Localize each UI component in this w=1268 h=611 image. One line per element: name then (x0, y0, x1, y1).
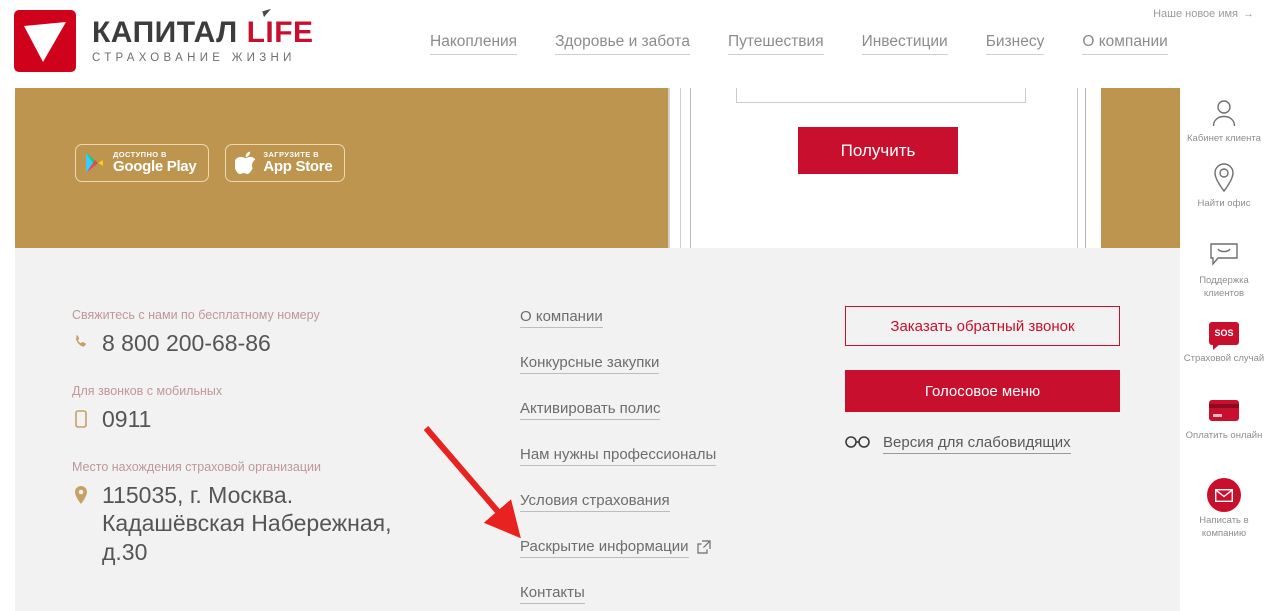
footer-link-disclosure[interactable]: Раскрытие информации (520, 538, 689, 558)
google-play-badge[interactable]: ДОСТУПНО В Google Play (75, 144, 210, 182)
rail-item-client-cabinet[interactable]: Кабинет клиента (1180, 96, 1268, 146)
contact-mobile-value[interactable]: 0911 (102, 405, 151, 434)
nav-item-savings[interactable]: Накопления (430, 33, 518, 55)
rail-item-write-to-company[interactable]: Написать в компанию (1180, 478, 1268, 541)
envelope-circle (1207, 478, 1241, 512)
app-store-big: App Store (263, 158, 333, 176)
kapital-life-logo-icon (14, 10, 76, 72)
banner-right-panel (1101, 88, 1180, 248)
footer-link-careers[interactable]: Нам нужны профессионалы (520, 446, 717, 466)
google-play-big: Google Play (113, 158, 197, 176)
mobile-icon (72, 405, 90, 428)
rail-item-client-support[interactable]: Поддержка клиентов (1180, 238, 1268, 301)
rail-item-insurance-case[interactable]: SOS Страховой случай (1180, 316, 1268, 366)
contact-row: 8 800 200-68-86 (72, 329, 442, 358)
contact-phone-value[interactable]: 8 800 200-68-86 (102, 329, 271, 358)
google-play-text: ДОСТУПНО В Google Play (113, 151, 197, 176)
apple-icon (235, 151, 256, 175)
banner-left-panel: ДОСТУПНО В Google Play Загрузите в App S… (15, 88, 668, 248)
nav-item-investment[interactable]: Инвестиции (861, 33, 948, 55)
main-navigation: Накопления Здоровье и забота Путешествия… (430, 33, 1168, 55)
app-store-badges: ДОСТУПНО В Google Play Загрузите в App S… (75, 144, 346, 182)
rail-label: Страховой случай (1183, 353, 1265, 364)
nav-item-about[interactable]: О компании (1082, 33, 1168, 55)
rail-label: Оплатить онлайн (1185, 430, 1263, 441)
low-vision-row: Версия для слабовидящих (845, 434, 1125, 454)
contact-block-mobile: Для звонков с мобильных 0911 (72, 384, 442, 434)
map-pin-icon (72, 481, 90, 504)
right-side-rail: Кабинет клиента Найти офис Поддержка кли… (1180, 88, 1268, 611)
sos-badge: SOS (1209, 321, 1239, 350)
banner-divider-left (668, 88, 703, 248)
footer-links-column: О компании Конкурсные закупки Активирова… (520, 308, 770, 611)
logo-title: КАПИТАЛ LIFE (92, 8, 314, 49)
new-name-link[interactable]: Наше новое имя → (1153, 8, 1254, 20)
get-button[interactable]: Получить (798, 127, 958, 174)
lead-form-input[interactable] (736, 88, 1026, 103)
logo-title-black: КАПИТАЛ (92, 16, 247, 49)
request-callback-button[interactable]: Заказать обратный звонок (845, 306, 1120, 346)
map-pin-icon (1180, 161, 1268, 195)
lead-form-card: Получить (703, 88, 1071, 248)
footer-link-contacts[interactable]: Контакты (520, 584, 585, 604)
rail-item-find-office[interactable]: Найти офис (1180, 161, 1268, 211)
footer-link-activate[interactable]: Активировать полис (520, 400, 661, 420)
nav-item-business[interactable]: Бизнесу (985, 33, 1045, 55)
rail-label: Кабинет клиента (1187, 133, 1261, 144)
user-icon (1180, 96, 1268, 130)
glasses-icon (845, 435, 871, 453)
contact-label: Свяжитесь с нами по бесплатному номеру (72, 308, 320, 322)
phone-icon (72, 329, 90, 350)
promo-banner: ДОСТУПНО В Google Play Загрузите в App S… (15, 88, 1180, 248)
logo-subtitle: СТРАХОВАНИЕ ЖИЗНИ (92, 52, 296, 64)
contact-block-address: Место нахождения страховой организации 1… (72, 460, 442, 567)
credit-card-icon (1180, 393, 1268, 427)
footer-actions-column: Заказать обратный звонок Голосовое меню … (845, 306, 1125, 454)
footer-link-about[interactable]: О компании (520, 308, 603, 328)
site-header: КАПИТАЛ LIFE СТРАХОВАНИЕ ЖИЗНИ Накоплени… (0, 0, 1268, 88)
contact-address-value: 115035, г. Москва. Кадашёвская Набережна… (102, 481, 392, 566)
app-store-badge[interactable]: Загрузите в App Store (225, 144, 346, 182)
rail-label: Написать в компанию (1199, 515, 1249, 539)
envelope-icon (1180, 478, 1268, 512)
low-vision-link[interactable]: Версия для слабовидящих (883, 434, 1071, 454)
contact-row: 0911 (72, 405, 442, 434)
footer-link-terms[interactable]: Условия страхования (520, 492, 670, 512)
sos-icon: SOS (1180, 316, 1268, 350)
voice-menu-button[interactable]: Голосовое меню (845, 370, 1120, 412)
contact-row: 115035, г. Москва. Кадашёвская Набережна… (72, 481, 442, 567)
contact-label: Место нахождения страховой организации (72, 459, 321, 474)
contact-label: Для звонков с мобильных (72, 383, 223, 398)
app-store-text: Загрузите в App Store (263, 151, 332, 175)
external-link-icon (696, 539, 711, 559)
nav-item-travel[interactable]: Путешествия (727, 33, 824, 55)
arrow-right-icon: → (1243, 8, 1254, 20)
google-play-icon (86, 153, 103, 173)
site-footer: Свяжитесь с нами по бесплатному номеру 8… (15, 248, 1180, 611)
rail-label: Найти офис (1197, 198, 1251, 209)
rail-label: Поддержка клиентов (1199, 275, 1249, 299)
credit-card-shape (1209, 399, 1239, 421)
nav-item-health[interactable]: Здоровье и забота (555, 33, 690, 55)
chat-bubble-icon (1180, 238, 1268, 272)
banner-divider-right (1071, 88, 1101, 248)
footer-contacts-column: Свяжитесь с нами по бесплатному номеру 8… (72, 308, 442, 593)
page-root: КАПИТАЛ LIFE СТРАХОВАНИЕ ЖИЗНИ Накоплени… (0, 0, 1268, 611)
new-name-label: Наше новое имя (1153, 8, 1238, 20)
rail-item-pay-online[interactable]: Оплатить онлайн (1180, 393, 1268, 443)
logo-text: КАПИТАЛ LIFE СТРАХОВАНИЕ ЖИЗНИ (92, 8, 314, 64)
site-logo[interactable]: КАПИТАЛ LIFE СТРАХОВАНИЕ ЖИЗНИ (14, 8, 314, 72)
logo-title-red: LIFE (247, 8, 314, 49)
contact-block-phone: Свяжитесь с нами по бесплатному номеру 8… (72, 308, 442, 358)
footer-link-procurement[interactable]: Конкурсные закупки (520, 354, 660, 374)
